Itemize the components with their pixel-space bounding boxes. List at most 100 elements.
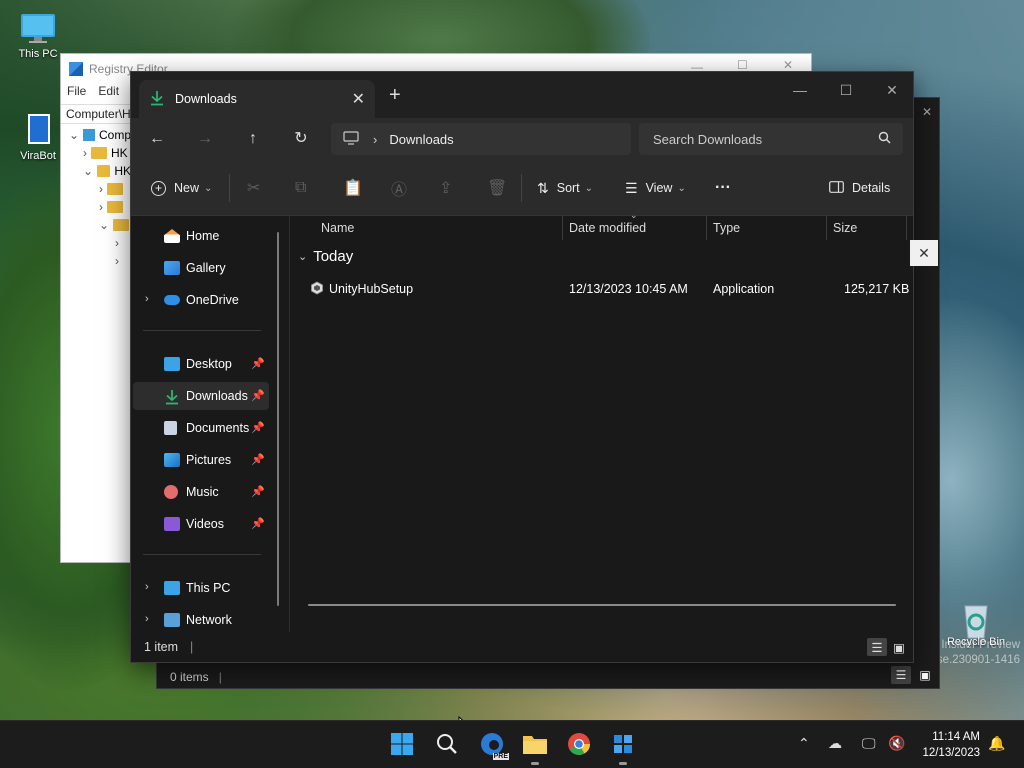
pin-icon[interactable]: 📌 [251, 357, 265, 370]
file-size: 125,217 KB [844, 282, 910, 296]
close-icon[interactable]: ✕ [915, 98, 939, 126]
divider [229, 174, 230, 202]
sort-indicator-icon: ⌄ [630, 210, 638, 220]
column-divider[interactable] [706, 216, 707, 240]
onedrive-offline-icon[interactable]: ☁ [828, 735, 842, 752]
up-button[interactable]: ↑ [239, 126, 267, 152]
tree-row[interactable]: ⌄ [61, 216, 131, 234]
search-button[interactable] [431, 729, 463, 761]
pin-icon[interactable]: 📌 [251, 485, 265, 498]
desktop-icon-virabot[interactable]: ViraBot [8, 114, 68, 162]
sidebar-item-home[interactable]: Home [133, 222, 269, 250]
folder-icon [91, 147, 107, 159]
column-header-size[interactable]: Size [833, 216, 857, 240]
file-name: UnityHubSetup [329, 282, 414, 296]
close-tab-icon[interactable]: ✕ [352, 89, 365, 109]
sidebar-item-music[interactable]: Music 📌 [133, 478, 269, 506]
divider [143, 554, 261, 555]
back-button[interactable]: ← [143, 126, 171, 152]
minimize-button[interactable]: — [777, 76, 823, 104]
search-input[interactable]: Search Downloads [639, 123, 903, 155]
sidebar-label: Network [186, 613, 232, 627]
sort-label: Sort [556, 181, 580, 195]
rename-button[interactable]: Ⓐ [391, 174, 407, 202]
tiles-view-toggle[interactable]: ▣ [889, 638, 909, 656]
show-hidden-icons-chevron-icon[interactable]: ⌃ [798, 735, 810, 752]
column-divider[interactable] [826, 216, 827, 240]
tree-row[interactable]: › [61, 234, 131, 252]
sidebar-item-desktop[interactable]: Desktop 📌 [133, 350, 269, 378]
breadcrumb-downloads[interactable]: Downloads [389, 132, 453, 147]
tree-row[interactable]: › [61, 252, 131, 270]
sort-button[interactable]: ⇅ Sort ⌄ [537, 174, 593, 202]
taskbar-chrome[interactable] [563, 729, 595, 761]
close-button[interactable]: ✕ [869, 76, 913, 104]
tree-row[interactable]: ⌄ HK [61, 162, 131, 180]
forward-button[interactable]: → [191, 126, 219, 152]
windows-logo-icon [390, 732, 414, 759]
cut-button[interactable]: ✂ [247, 174, 260, 202]
chevron-down-icon: ⌄ [204, 182, 213, 194]
details-pane-button[interactable]: Details [829, 174, 890, 202]
pin-icon[interactable]: 📌 [251, 517, 265, 530]
chevron-down-icon: ⌄ [298, 251, 308, 263]
new-button[interactable]: + New ⌄ [151, 174, 212, 202]
file-list[interactable]: Name Date modified ⌄ Type Size ⌄ Today U… [289, 210, 913, 632]
maximize-icon[interactable]: ☐ [737, 58, 748, 72]
tiles-view-toggle[interactable]: ▣ [915, 666, 935, 684]
start-button[interactable] [386, 729, 418, 761]
notification-bell-icon[interactable]: 🔔 [988, 735, 1005, 752]
status-text: 0 items [170, 670, 209, 684]
sidebar-item-this-pc[interactable]: › This PC [133, 574, 269, 602]
view-button[interactable]: ☰ View ⌄ [625, 174, 686, 202]
tree-row[interactable]: ⌄ Comp [61, 126, 131, 144]
column-divider[interactable] [906, 216, 907, 240]
see-more-button[interactable]: ··· [715, 174, 731, 202]
sidebar-item-downloads[interactable]: Downloads 📌 [133, 382, 269, 410]
close-icon[interactable]: ✕ [783, 58, 793, 72]
sidebar-item-onedrive[interactable]: › OneDrive [133, 286, 269, 314]
tree-row[interactable]: › [61, 180, 131, 198]
sidebar-scrollbar[interactable] [277, 232, 279, 606]
pin-icon[interactable]: 📌 [251, 421, 265, 434]
network-icon[interactable]: 🖵 [862, 735, 876, 752]
column-header-name[interactable]: Name [321, 216, 354, 240]
desktop-icon-this-pc[interactable]: This PC [8, 12, 68, 60]
registry-icon [69, 62, 83, 76]
close-icon[interactable]: ✕ [910, 240, 938, 266]
sidebar-item-pictures[interactable]: Pictures 📌 [133, 446, 269, 474]
refresh-button[interactable]: ↻ [287, 126, 315, 152]
paste-button[interactable]: 📋 [343, 174, 363, 202]
details-view-toggle[interactable]: ☰ [867, 638, 887, 656]
maximize-button[interactable]: ☐ [823, 76, 869, 104]
taskbar-edge-preview[interactable]: PRE [476, 729, 509, 761]
address-bar[interactable]: › Downloads [331, 123, 631, 155]
volume-muted-icon[interactable]: 🔇 [888, 735, 905, 752]
menu-edit[interactable]: Edit [98, 84, 119, 104]
pin-icon[interactable]: 📌 [251, 389, 265, 402]
menu-file[interactable]: File [67, 84, 86, 104]
copy-button[interactable]: ⧉ [295, 174, 306, 202]
group-header-today[interactable]: ⌄ Today [298, 248, 353, 265]
tab-downloads[interactable]: Downloads ✕ [139, 80, 375, 118]
file-row[interactable]: UnityHubSetup 12/13/2023 10:45 AM Applic… [290, 276, 913, 302]
details-view-toggle[interactable]: ☰ [891, 666, 911, 684]
column-divider[interactable] [562, 216, 563, 240]
taskbar-file-explorer[interactable] [519, 729, 551, 765]
pin-icon[interactable]: 📌 [251, 453, 265, 466]
horizontal-scrollbar[interactable] [308, 604, 896, 606]
sidebar-item-videos[interactable]: Videos 📌 [133, 510, 269, 538]
registry-tree[interactable]: ⌄ Comp › HK ⌄ HK › › ⌄ › › [61, 126, 131, 562]
tree-row[interactable]: › [61, 198, 131, 216]
column-header-type[interactable]: Type [713, 216, 740, 240]
sidebar-item-gallery[interactable]: Gallery [133, 254, 269, 282]
sidebar-item-network[interactable]: › Network [133, 606, 269, 634]
taskbar-registry-editor[interactable] [607, 729, 639, 765]
sidebar-item-documents[interactable]: Documents 📌 [133, 414, 269, 442]
tree-row[interactable]: › HK [61, 144, 131, 162]
delete-button[interactable]: 🗑 [487, 174, 507, 202]
new-tab-button[interactable]: + [389, 84, 401, 107]
share-button[interactable]: ⇪ [439, 174, 452, 202]
system-clock[interactable]: 11:14 AM 12/13/2023 [922, 729, 980, 761]
file-explorer-window[interactable]: Downloads ✕ + — ☐ ✕ ← → ↑ ↻ › Downloads … [130, 71, 914, 663]
